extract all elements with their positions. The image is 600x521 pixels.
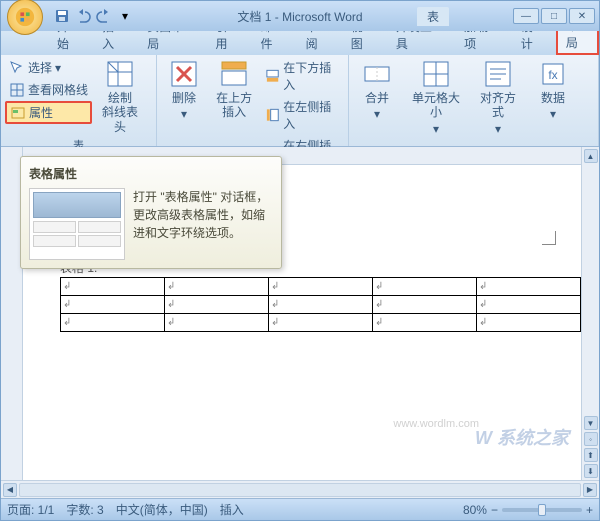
- insert-above-button[interactable]: 在上方 插入: [211, 57, 257, 122]
- page-corner-icon: [542, 231, 556, 245]
- tooltip-text: 打开 "表格属性" 对话框，更改高级表格属性，如缩进和文字环绕选项。: [133, 188, 273, 260]
- status-mode[interactable]: 插入: [220, 501, 244, 518]
- office-button[interactable]: [7, 0, 43, 35]
- minimize-button[interactable]: ―: [513, 8, 539, 24]
- prev-page-icon[interactable]: ⬆: [584, 448, 598, 462]
- gridlines-label: 查看网格线: [28, 81, 88, 98]
- save-icon[interactable]: [53, 7, 71, 25]
- zoom-control[interactable]: 80% − +: [463, 503, 593, 517]
- undo-icon[interactable]: [74, 7, 92, 25]
- ribbon-tabs: 开始 插入 页面布局 引用 邮件 审阅 视图 开发工具 加载项 设计 布局: [1, 31, 599, 55]
- scroll-down-icon[interactable]: ▼: [584, 416, 598, 430]
- properties-label: 属性: [29, 104, 53, 121]
- delete-button[interactable]: 删除 ▾: [161, 57, 207, 124]
- cell-size-label: 单元格大小: [409, 91, 463, 120]
- merge-label: 合并: [365, 91, 389, 105]
- object-browse-icon[interactable]: ◦: [584, 432, 598, 446]
- zoom-in-icon[interactable]: +: [586, 503, 593, 517]
- window-title: 文档 1 - Microsoft Word: [237, 8, 362, 25]
- table-row: ↲↲↲↲↲: [61, 296, 581, 314]
- scroll-left-icon[interactable]: ◀: [3, 483, 17, 497]
- merge-button[interactable]: 合并 ▾: [353, 57, 401, 124]
- insert-left-label: 在左侧插入: [283, 98, 340, 132]
- delete-label: 删除: [172, 91, 196, 105]
- view-gridlines-button[interactable]: 查看网格线: [5, 79, 92, 100]
- draw-diagonal-button[interactable]: 绘制 斜线表头: [96, 57, 144, 136]
- quick-access-toolbar: ▾: [53, 7, 134, 25]
- next-page-icon[interactable]: ⬇: [584, 464, 598, 478]
- status-page[interactable]: 页面: 1/1: [7, 501, 54, 518]
- alignment-label: 对齐方式: [475, 91, 521, 120]
- data-label: 数据: [541, 91, 565, 105]
- cell-size-button[interactable]: 单元格大小 ▾: [405, 57, 467, 138]
- table-row: ↲↲↲↲↲: [61, 278, 581, 296]
- insert-below-button[interactable]: 在下方插入: [261, 57, 344, 95]
- properties-button[interactable]: 属性: [5, 101, 92, 124]
- watermark: W 系统之家: [475, 424, 569, 450]
- status-words[interactable]: 字数: 3: [66, 501, 103, 518]
- tooltip: 表格属性 打开 "表格属性" 对话框，更改高级表格属性，如缩进和文字环绕选项。: [20, 156, 282, 269]
- zoom-slider[interactable]: [502, 508, 582, 512]
- context-tab-label: 表: [417, 7, 449, 26]
- draw-diagonal-label: 绘制 斜线表头: [100, 91, 140, 134]
- zoom-out-icon[interactable]: −: [491, 503, 498, 517]
- svg-text:fx: fx: [548, 68, 557, 82]
- redo-icon[interactable]: [95, 7, 113, 25]
- scroll-up-icon[interactable]: ▲: [584, 149, 598, 163]
- select-label: 选择: [28, 59, 52, 76]
- scrollbar-vertical[interactable]: ▲ ▼ ◦ ⬆ ⬇: [581, 147, 599, 480]
- table-row: ↲↲↲↲↲: [61, 314, 581, 332]
- close-button[interactable]: ✕: [569, 8, 595, 24]
- tooltip-preview-icon: [29, 188, 125, 260]
- document-table[interactable]: ↲↲↲↲↲ ↲↲↲↲↲ ↲↲↲↲↲: [60, 277, 581, 332]
- data-button[interactable]: fx数据 ▾: [529, 57, 577, 124]
- titlebar: ▾ 文档 1 - Microsoft Word 表 ― □ ✕: [1, 1, 599, 31]
- qat-more-icon[interactable]: ▾: [116, 7, 134, 25]
- status-language[interactable]: 中文(简体，中国): [116, 501, 208, 518]
- ribbon: 选择 ▾ 查看网格线 属性 绘制 斜线表头 表 删除 ▾ 在上方: [1, 55, 599, 147]
- scroll-right-icon[interactable]: ▶: [583, 483, 597, 497]
- zoom-value: 80%: [463, 503, 487, 517]
- select-button[interactable]: 选择 ▾: [5, 57, 92, 78]
- group-empty-label: [353, 142, 594, 144]
- scrollbar-horizontal[interactable]: ◀ ▶: [1, 480, 599, 498]
- tooltip-title: 表格属性: [29, 165, 273, 182]
- insert-below-label: 在下方插入: [283, 59, 340, 93]
- insert-above-label: 在上方 插入: [216, 91, 252, 120]
- insert-left-button[interactable]: 在左侧插入: [261, 96, 344, 134]
- alignment-button[interactable]: 对齐方式 ▾: [471, 57, 525, 138]
- statusbar: 页面: 1/1 字数: 3 中文(简体，中国) 插入 80% − +: [1, 498, 599, 520]
- maximize-button[interactable]: □: [541, 8, 567, 24]
- watermark-url: www.wordlm.com: [393, 418, 479, 430]
